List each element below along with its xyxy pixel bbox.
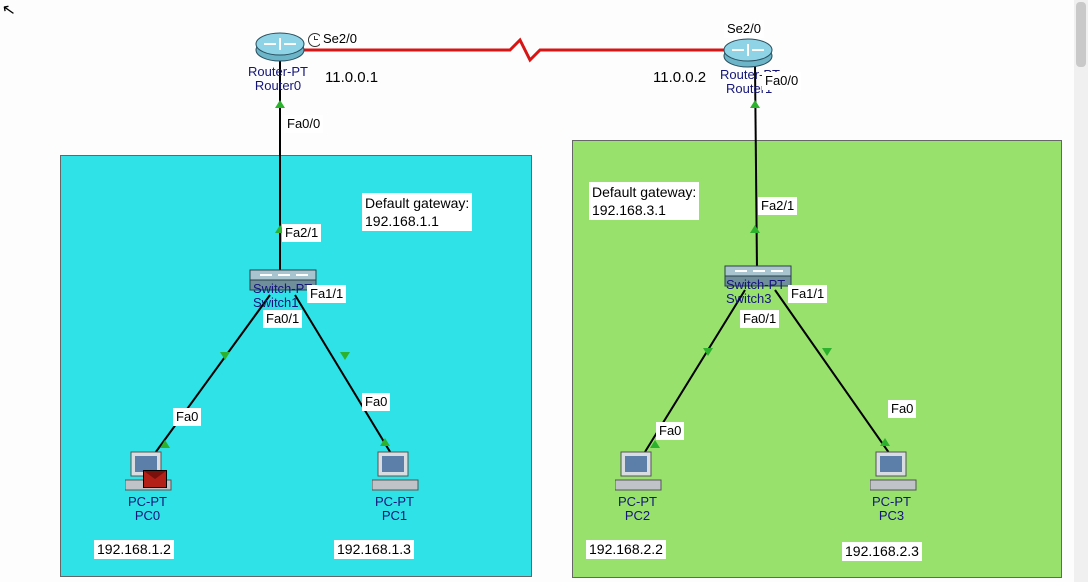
ip-label: 192.168.2.3 [842, 542, 922, 561]
port-label: Fa0/0 [284, 115, 323, 133]
ip-label: 11.0.0.2 [650, 68, 709, 88]
topology-canvas[interactable]: ↖ [0, 0, 1088, 582]
router-icon[interactable] [254, 30, 306, 64]
port-label: Fa2/1 [282, 224, 321, 242]
link-led-icon [703, 348, 713, 356]
ip-label: 192.168.2.2 [586, 540, 666, 559]
port-label: Fa0 [362, 393, 390, 411]
link-led-icon [160, 440, 170, 448]
link-led-icon [380, 438, 390, 446]
device-type: Switch-PT [726, 277, 785, 292]
gateway-note: Default gateway: 192.168.1.1 [362, 193, 472, 231]
device-type: Switch-PT [253, 281, 312, 296]
device-caption: PC-PT PC2 [618, 495, 657, 524]
device-type: PC-PT [375, 494, 414, 509]
device-name: PC0 [135, 508, 160, 523]
device-name: Router0 [255, 78, 301, 93]
ip-label: 11.0.0.1 [322, 68, 381, 88]
link-led-icon [340, 352, 350, 360]
gateway-label: Default gateway: [592, 184, 696, 200]
gateway-note: Default gateway: 192.168.3.1 [589, 182, 699, 220]
port-label: Fa0 [173, 408, 201, 426]
vertical-scrollbar[interactable] [1074, 0, 1088, 582]
device-caption: Switch-PT Switch1 [253, 282, 312, 311]
router-icon[interactable] [722, 36, 774, 70]
port-label: Fa0/0 [762, 72, 801, 90]
device-caption: Router-PT Router0 [248, 65, 308, 94]
link-led-icon [880, 438, 890, 446]
pc-icon[interactable] [372, 450, 420, 494]
port-label: Fa0 [656, 422, 684, 440]
port-label: Se2/0 [320, 30, 360, 48]
device-name: Switch1 [253, 295, 299, 310]
device-type: Router-PT [248, 64, 308, 79]
port-label: Fa1/1 [788, 285, 827, 303]
port-label: Fa2/1 [758, 197, 797, 215]
port-label: Se2/0 [724, 20, 764, 38]
link-led-icon [822, 348, 832, 356]
ip-label: 192.168.1.2 [94, 540, 174, 559]
device-caption: Switch-PT Switch3 [726, 278, 785, 307]
link-led-icon [750, 100, 760, 108]
scrollbar-thumb[interactable] [1076, 2, 1086, 67]
gateway-ip: 192.168.1.1 [365, 213, 439, 229]
device-type: PC-PT [618, 494, 657, 509]
pc-icon[interactable] [870, 450, 918, 494]
device-name: PC2 [625, 508, 650, 523]
device-caption: PC-PT PC0 [128, 495, 167, 524]
packet-envelope-icon[interactable] [143, 470, 167, 488]
device-type: PC-PT [128, 494, 167, 509]
device-name: Switch3 [726, 291, 772, 306]
port-label: Fa1/1 [307, 285, 346, 303]
ip-label: 192.168.1.3 [334, 540, 414, 559]
pc-icon[interactable] [615, 450, 663, 494]
link-led-icon [750, 225, 760, 233]
device-caption: PC-PT PC3 [872, 495, 911, 524]
device-type: PC-PT [872, 494, 911, 509]
port-label: Fa0/1 [263, 310, 302, 328]
link-led-icon [220, 352, 230, 360]
gateway-ip: 192.168.3.1 [592, 202, 666, 218]
device-name: PC3 [879, 508, 904, 523]
link-led-icon [650, 440, 660, 448]
device-name: PC1 [382, 508, 407, 523]
port-label: Fa0/1 [740, 310, 779, 328]
device-caption: PC-PT PC1 [375, 495, 414, 524]
port-label: Fa0 [888, 400, 916, 418]
cursor-icon: ↖ [0, 0, 17, 21]
gateway-label: Default gateway: [365, 195, 469, 211]
link-led-icon [275, 100, 285, 108]
